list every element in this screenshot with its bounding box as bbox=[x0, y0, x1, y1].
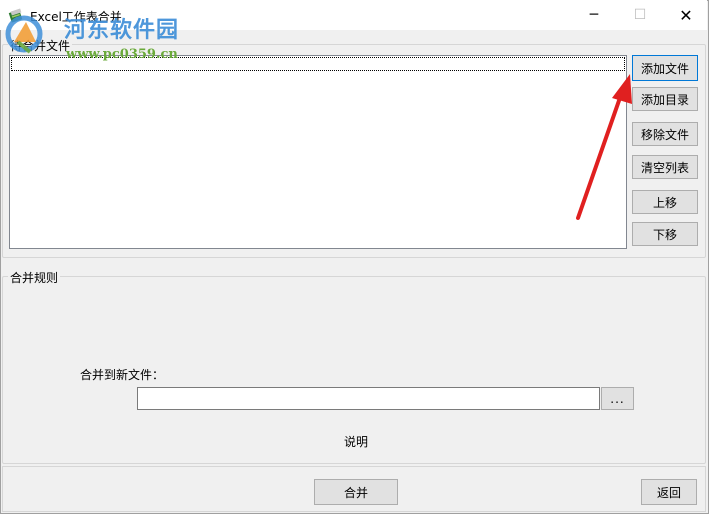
add-file-button[interactable]: 添加文件 bbox=[632, 55, 698, 81]
merge-button[interactable]: 合并 bbox=[314, 479, 398, 505]
file-list[interactable] bbox=[9, 55, 627, 249]
merge-to-new-file-label: 合并到新文件： bbox=[80, 368, 165, 382]
remove-file-button[interactable]: 移除文件 bbox=[632, 122, 698, 146]
rules-group-label: 合并规则 bbox=[8, 269, 61, 286]
back-button[interactable]: 返回 bbox=[641, 479, 697, 505]
move-down-button[interactable]: 下移 bbox=[632, 222, 698, 246]
clear-list-button[interactable]: 清空列表 bbox=[632, 155, 698, 179]
help-label[interactable]: 说明 bbox=[344, 433, 368, 450]
watermark-logo-icon bbox=[5, 15, 43, 54]
add-directory-button[interactable]: 添加目录 bbox=[632, 87, 698, 111]
watermark-site-name: 河东软件园 bbox=[64, 18, 180, 43]
minimize-button[interactable]: ─ bbox=[571, 0, 617, 30]
move-up-button[interactable]: 上移 bbox=[632, 190, 698, 214]
output-file-input[interactable] bbox=[137, 387, 600, 410]
watermark-url: www.pc0359.cn bbox=[66, 47, 178, 62]
close-button[interactable]: ✕ bbox=[663, 0, 709, 30]
browse-button[interactable]: ... bbox=[601, 387, 634, 410]
maximize-button[interactable]: ☐ bbox=[617, 0, 663, 30]
